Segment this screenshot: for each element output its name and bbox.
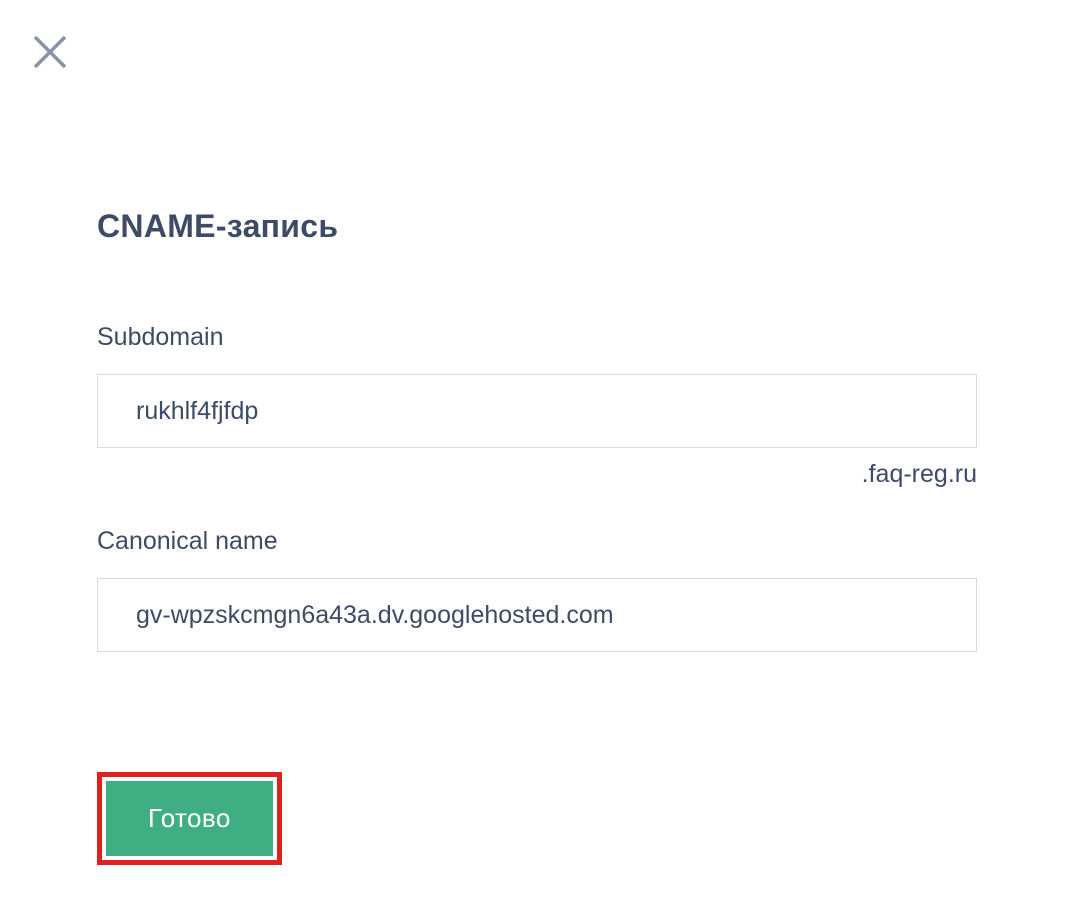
canonical-input[interactable]: [97, 578, 977, 652]
canonical-label: Canonical name: [97, 527, 977, 556]
subdomain-suffix: .faq-reg.ru: [97, 460, 977, 489]
close-button[interactable]: [28, 30, 72, 74]
submit-button[interactable]: Готово: [106, 781, 273, 856]
cname-form: CNAME-запись Subdomain .faq-reg.ru Canon…: [97, 208, 977, 865]
form-title: CNAME-запись: [97, 208, 977, 245]
submit-highlight: Готово: [97, 772, 282, 865]
canonical-field-group: Canonical name: [97, 527, 977, 652]
close-icon: [30, 32, 70, 72]
subdomain-input[interactable]: [97, 374, 977, 448]
subdomain-label: Subdomain: [97, 323, 977, 352]
subdomain-field-group: Subdomain .faq-reg.ru: [97, 323, 977, 489]
